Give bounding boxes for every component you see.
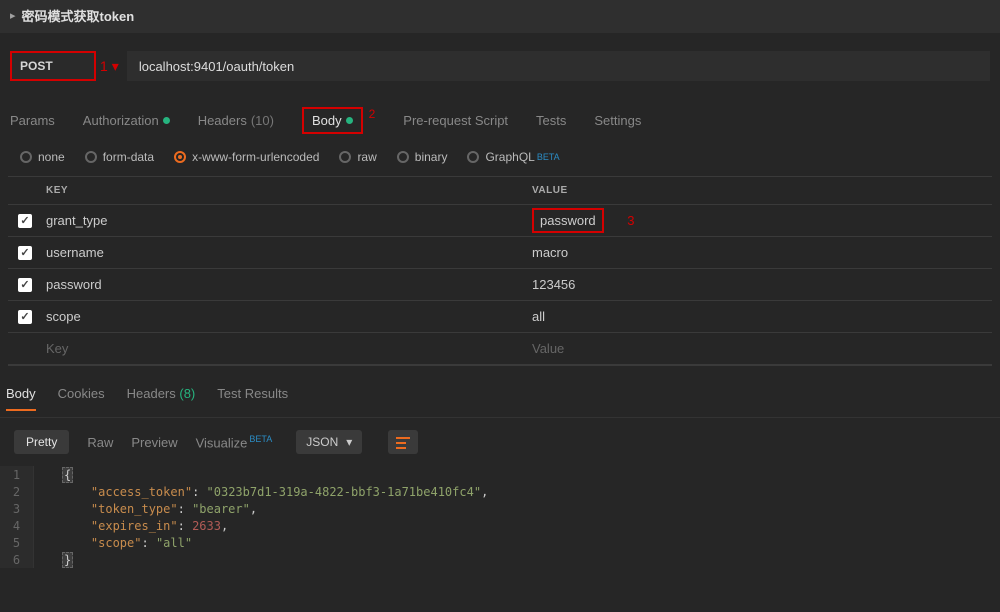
radio-icon	[467, 151, 479, 163]
table-row[interactable]: ✓ username macro	[8, 237, 992, 269]
resp-tab-body[interactable]: Body	[6, 386, 36, 411]
request-url-input[interactable]	[127, 51, 990, 81]
table-row-new[interactable]: Key Value	[8, 333, 992, 365]
param-key[interactable]: grant_type	[42, 213, 522, 228]
table-row[interactable]: ✓ grant_type password 3	[8, 205, 992, 237]
radio-icon	[20, 151, 32, 163]
tab-authorization[interactable]: Authorization	[83, 107, 170, 134]
radio-form-data[interactable]: form-data	[85, 150, 154, 164]
param-value[interactable]: all	[522, 309, 992, 324]
radio-urlencoded[interactable]: x-www-form-urlencoded	[174, 150, 319, 164]
radio-icon	[174, 151, 186, 163]
wrap-icon	[396, 435, 410, 449]
radio-icon	[85, 151, 97, 163]
line-number: 2	[0, 483, 34, 500]
json-brace: }	[62, 552, 73, 568]
radio-raw[interactable]: raw	[339, 150, 376, 164]
param-key[interactable]: scope	[42, 309, 522, 324]
tab-prerequest[interactable]: Pre-request Script	[403, 107, 508, 134]
view-visualize[interactable]: VisualizeBETA	[196, 434, 273, 450]
status-dot-icon	[163, 117, 170, 124]
collapse-caret-icon[interactable]: ▸	[10, 9, 16, 22]
annotation-2: 2	[369, 107, 376, 134]
request-tabs: Params Authorization Headers (10) Body 2…	[0, 87, 1000, 144]
tab-tests[interactable]: Tests	[536, 107, 566, 134]
tab-settings[interactable]: Settings	[594, 107, 641, 134]
response-tabs: Body Cookies Headers (8) Test Results	[0, 372, 1000, 418]
param-value[interactable]: password 3	[522, 208, 992, 233]
line-number: 6	[0, 551, 34, 568]
col-key: KEY	[42, 185, 522, 196]
annotation-1: 1	[100, 58, 108, 74]
body-params-table: KEY VALUE ✓ grant_type password 3 ✓ user…	[8, 176, 992, 366]
col-value: VALUE	[522, 185, 992, 196]
param-value[interactable]: 123456	[522, 277, 992, 292]
radio-none[interactable]: none	[20, 150, 65, 164]
status-dot-icon	[346, 117, 353, 124]
param-value-placeholder[interactable]: Value	[522, 341, 992, 356]
radio-icon	[397, 151, 409, 163]
view-preview[interactable]: Preview	[131, 435, 177, 450]
tab-headers[interactable]: Headers (10)	[198, 107, 274, 134]
annotation-3: 3	[627, 213, 634, 228]
table-row[interactable]: ✓ password 123456	[8, 269, 992, 301]
request-title-bar: ▸ 密码模式获取token	[0, 0, 1000, 33]
radio-graphql[interactable]: GraphQLBETA	[467, 150, 559, 164]
resp-tab-testresults[interactable]: Test Results	[217, 386, 288, 411]
http-method-select[interactable]: POST	[10, 51, 96, 81]
table-row[interactable]: ✓ scope all	[8, 301, 992, 333]
resp-tab-cookies[interactable]: Cookies	[58, 386, 105, 411]
line-number: 3	[0, 500, 34, 517]
view-pretty[interactable]: Pretty	[14, 430, 69, 454]
param-key-placeholder[interactable]: Key	[42, 341, 522, 356]
radio-icon	[339, 151, 351, 163]
line-number: 4	[0, 517, 34, 534]
checkbox-icon[interactable]: ✓	[18, 214, 32, 228]
chevron-down-icon: ▾	[346, 435, 352, 449]
json-brace: {	[62, 467, 73, 483]
line-number: 1	[0, 466, 34, 483]
tab-params[interactable]: Params	[10, 107, 55, 134]
request-line: POST 1 ▾	[0, 33, 1000, 87]
view-raw[interactable]: Raw	[87, 435, 113, 450]
checkbox-icon[interactable]: ✓	[18, 246, 32, 260]
highlighted-value: password	[532, 208, 604, 233]
response-body[interactable]: 1{ 2 "access_token": "0323b7d1-319a-4822…	[0, 462, 1000, 568]
body-type-radios: none form-data x-www-form-urlencoded raw…	[0, 144, 1000, 176]
checkbox-icon[interactable]: ✓	[18, 310, 32, 324]
format-select[interactable]: JSON ▾	[296, 430, 362, 454]
line-number: 5	[0, 534, 34, 551]
param-key[interactable]: username	[42, 245, 522, 260]
request-title: 密码模式获取token	[22, 6, 135, 25]
tab-body[interactable]: Body	[302, 107, 363, 134]
http-method-label: POST	[20, 59, 53, 73]
response-toolbar: Pretty Raw Preview VisualizeBETA JSON ▾	[0, 418, 1000, 462]
checkbox-icon[interactable]: ✓	[18, 278, 32, 292]
resp-tab-headers[interactable]: Headers (8)	[127, 386, 196, 411]
chevron-down-icon[interactable]: ▾	[112, 58, 119, 75]
param-key[interactable]: password	[42, 277, 522, 292]
wrap-lines-button[interactable]	[388, 430, 418, 454]
param-value[interactable]: macro	[522, 245, 992, 260]
table-header: KEY VALUE	[8, 177, 992, 205]
radio-binary[interactable]: binary	[397, 150, 448, 164]
